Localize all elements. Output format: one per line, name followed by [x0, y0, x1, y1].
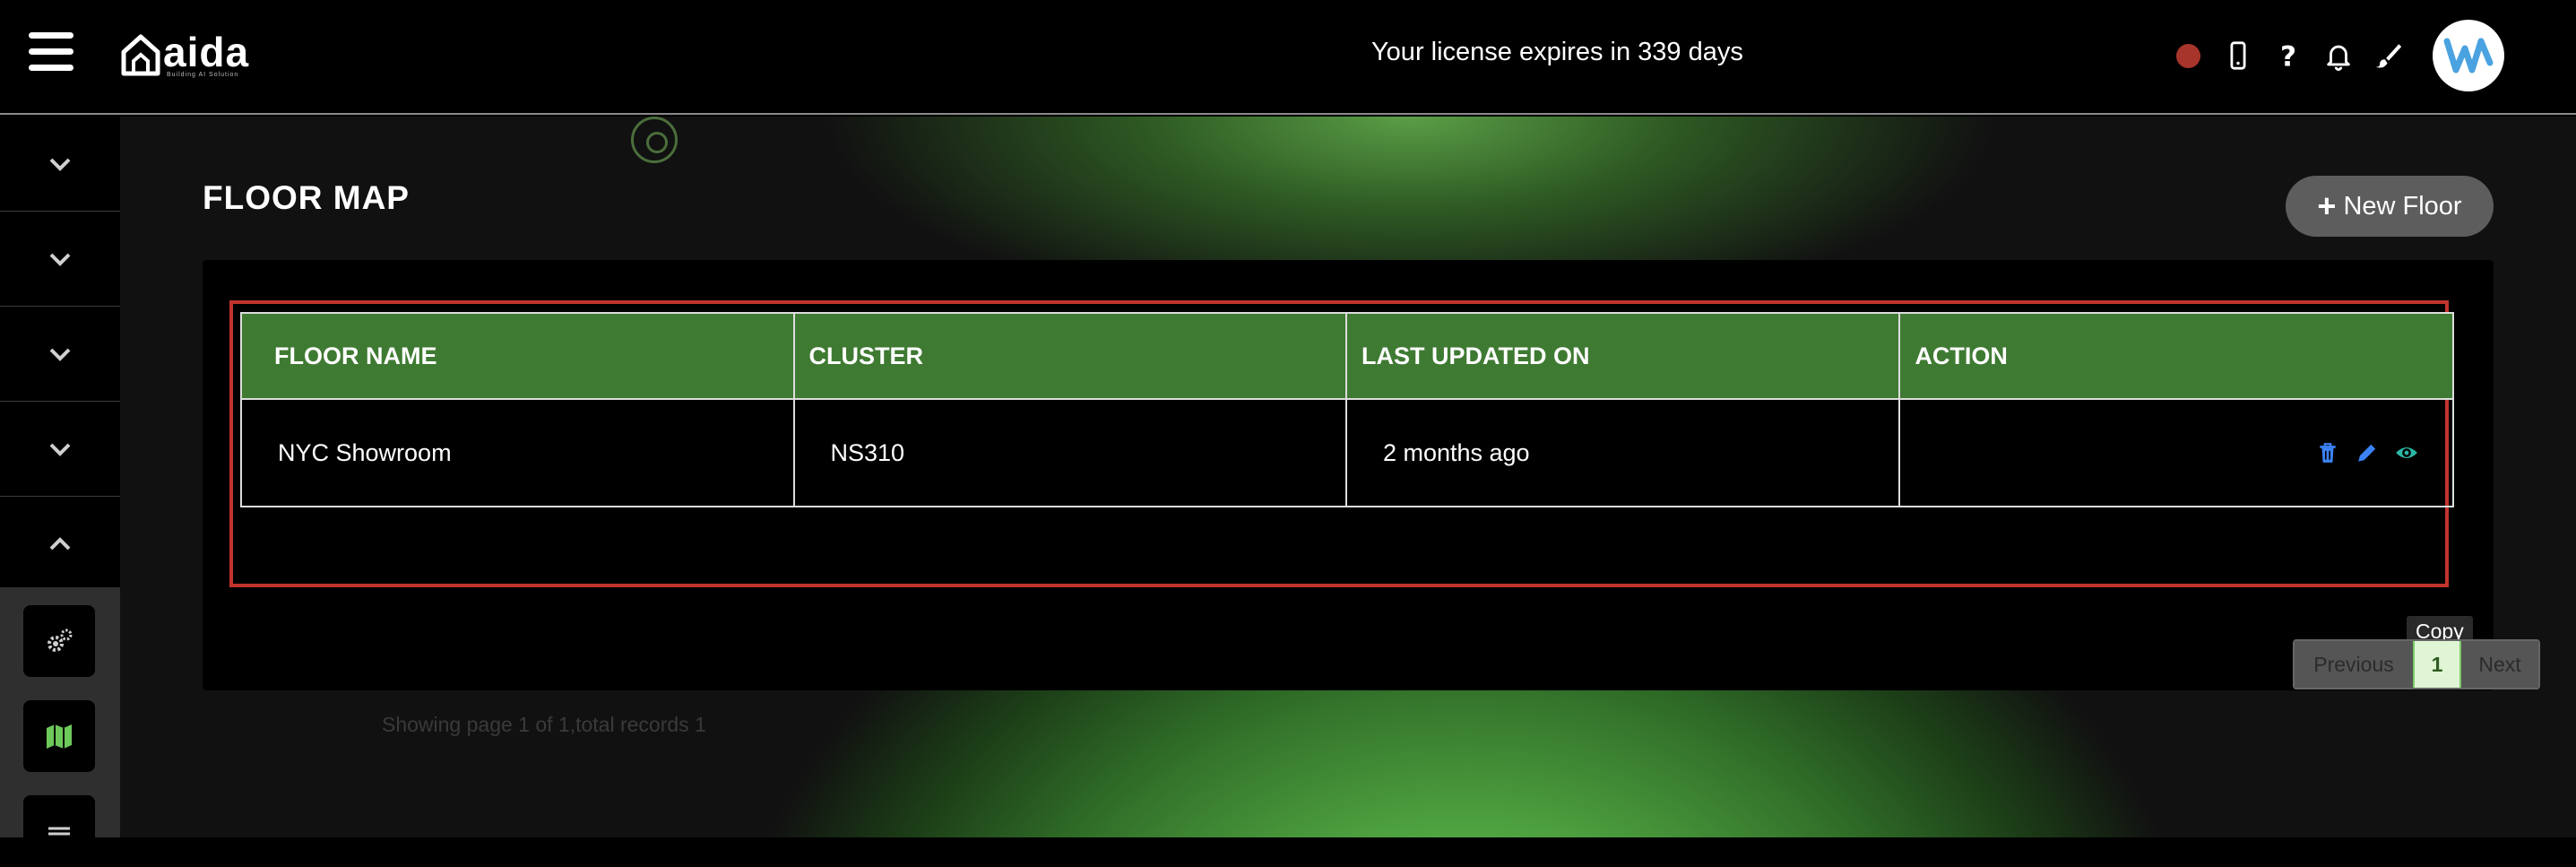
floor-name-cell: NYC Showroom: [240, 398, 795, 507]
floor-table-card: FLOOR NAME CLUSTER LAST UPDATED ON ACTIO…: [203, 260, 2540, 736]
new-floor-label: New Floor: [2343, 191, 2462, 221]
last-updated-cell: 2 months ago: [1344, 398, 1901, 507]
column-header-cluster[interactable]: CLUSTER: [792, 312, 1347, 400]
license-notice: Your license expires in 339 days: [1371, 38, 1743, 66]
floor-map-tool-button[interactable]: [23, 700, 95, 772]
cluster-cell: NS310: [792, 398, 1347, 507]
chevron-down-icon: [49, 253, 71, 266]
sidebar-section-1-toggle[interactable]: [0, 117, 120, 212]
logo-tagline: Building AI Solution: [167, 72, 239, 78]
eye-icon: [2396, 447, 2417, 458]
avatar-logo-icon: [2443, 38, 2494, 74]
delete-button[interactable]: [2314, 439, 2341, 466]
chevron-down-icon: [49, 443, 71, 456]
sidebar: [0, 117, 120, 867]
logo: aida Building AI Solution: [120, 29, 250, 78]
help-icon[interactable]: ?: [2271, 39, 2305, 73]
device-tool-button[interactable]: [23, 795, 95, 867]
brush-icon[interactable]: [2372, 39, 2406, 73]
action-cell: [1898, 398, 2454, 507]
map-icon: [47, 724, 72, 749]
pencil-icon: [2358, 444, 2376, 462]
chevron-up-icon: [49, 536, 71, 550]
edit-button[interactable]: [2354, 439, 2381, 466]
sidebar-section-5-toggle[interactable]: [0, 497, 120, 592]
new-floor-button[interactable]: + New Floor: [2286, 176, 2494, 237]
main-content: FLOOR MAP + New Floor FLOOR NAME CLUSTER…: [120, 117, 2576, 837]
sidebar-section-2-toggle[interactable]: [0, 212, 120, 307]
page-number-button[interactable]: 1: [2413, 641, 2461, 688]
column-header-last-updated[interactable]: LAST UPDATED ON: [1344, 312, 1901, 400]
sidebar-section-3-toggle[interactable]: [0, 307, 120, 402]
background-ring-decoration: [631, 117, 678, 163]
records-summary: Showing page 1 of 1,total records 1: [382, 713, 706, 736]
tool-icon: [48, 827, 70, 836]
previous-page-button[interactable]: Previous: [2295, 641, 2413, 688]
chevron-down-icon: [49, 348, 71, 361]
house-logo-icon: [121, 34, 160, 76]
logo-name: aida: [163, 29, 250, 75]
sidebar-tools: [0, 587, 120, 867]
top-bar: aida Building AI Solution Your license e…: [0, 0, 2576, 115]
mobile-icon[interactable]: [2221, 39, 2255, 73]
trash-icon: [2320, 443, 2336, 463]
svg-text:?: ?: [2280, 40, 2296, 71]
next-page-button[interactable]: Next: [2461, 641, 2538, 688]
table-header-row: FLOOR NAME CLUSTER LAST UPDATED ON ACTIO…: [240, 312, 2454, 400]
column-header-action: ACTION: [1898, 312, 2454, 400]
chevron-down-icon: [49, 158, 71, 171]
settings-tool-button[interactable]: [23, 605, 95, 677]
sidebar-section-4-toggle[interactable]: [0, 402, 120, 497]
avatar[interactable]: [2433, 20, 2504, 91]
header-icons: ?: [2155, 20, 2504, 91]
view-button[interactable]: [2393, 439, 2420, 466]
status-dot-icon[interactable]: [2171, 39, 2205, 73]
hamburger-menu-icon[interactable]: [29, 32, 73, 72]
floor-table: FLOOR NAME CLUSTER LAST UPDATED ON ACTIO…: [240, 312, 2454, 507]
table-row: NYC Showroom NS310 2 months ago: [240, 398, 2454, 507]
gears-icon: [48, 629, 73, 652]
page-title: FLOOR MAP: [203, 179, 410, 216]
column-header-floor-name[interactable]: FLOOR NAME: [240, 312, 795, 400]
plus-icon: +: [2317, 187, 2337, 224]
bell-icon[interactable]: [2321, 39, 2356, 73]
pagination: Previous 1 Next: [2293, 639, 2540, 689]
